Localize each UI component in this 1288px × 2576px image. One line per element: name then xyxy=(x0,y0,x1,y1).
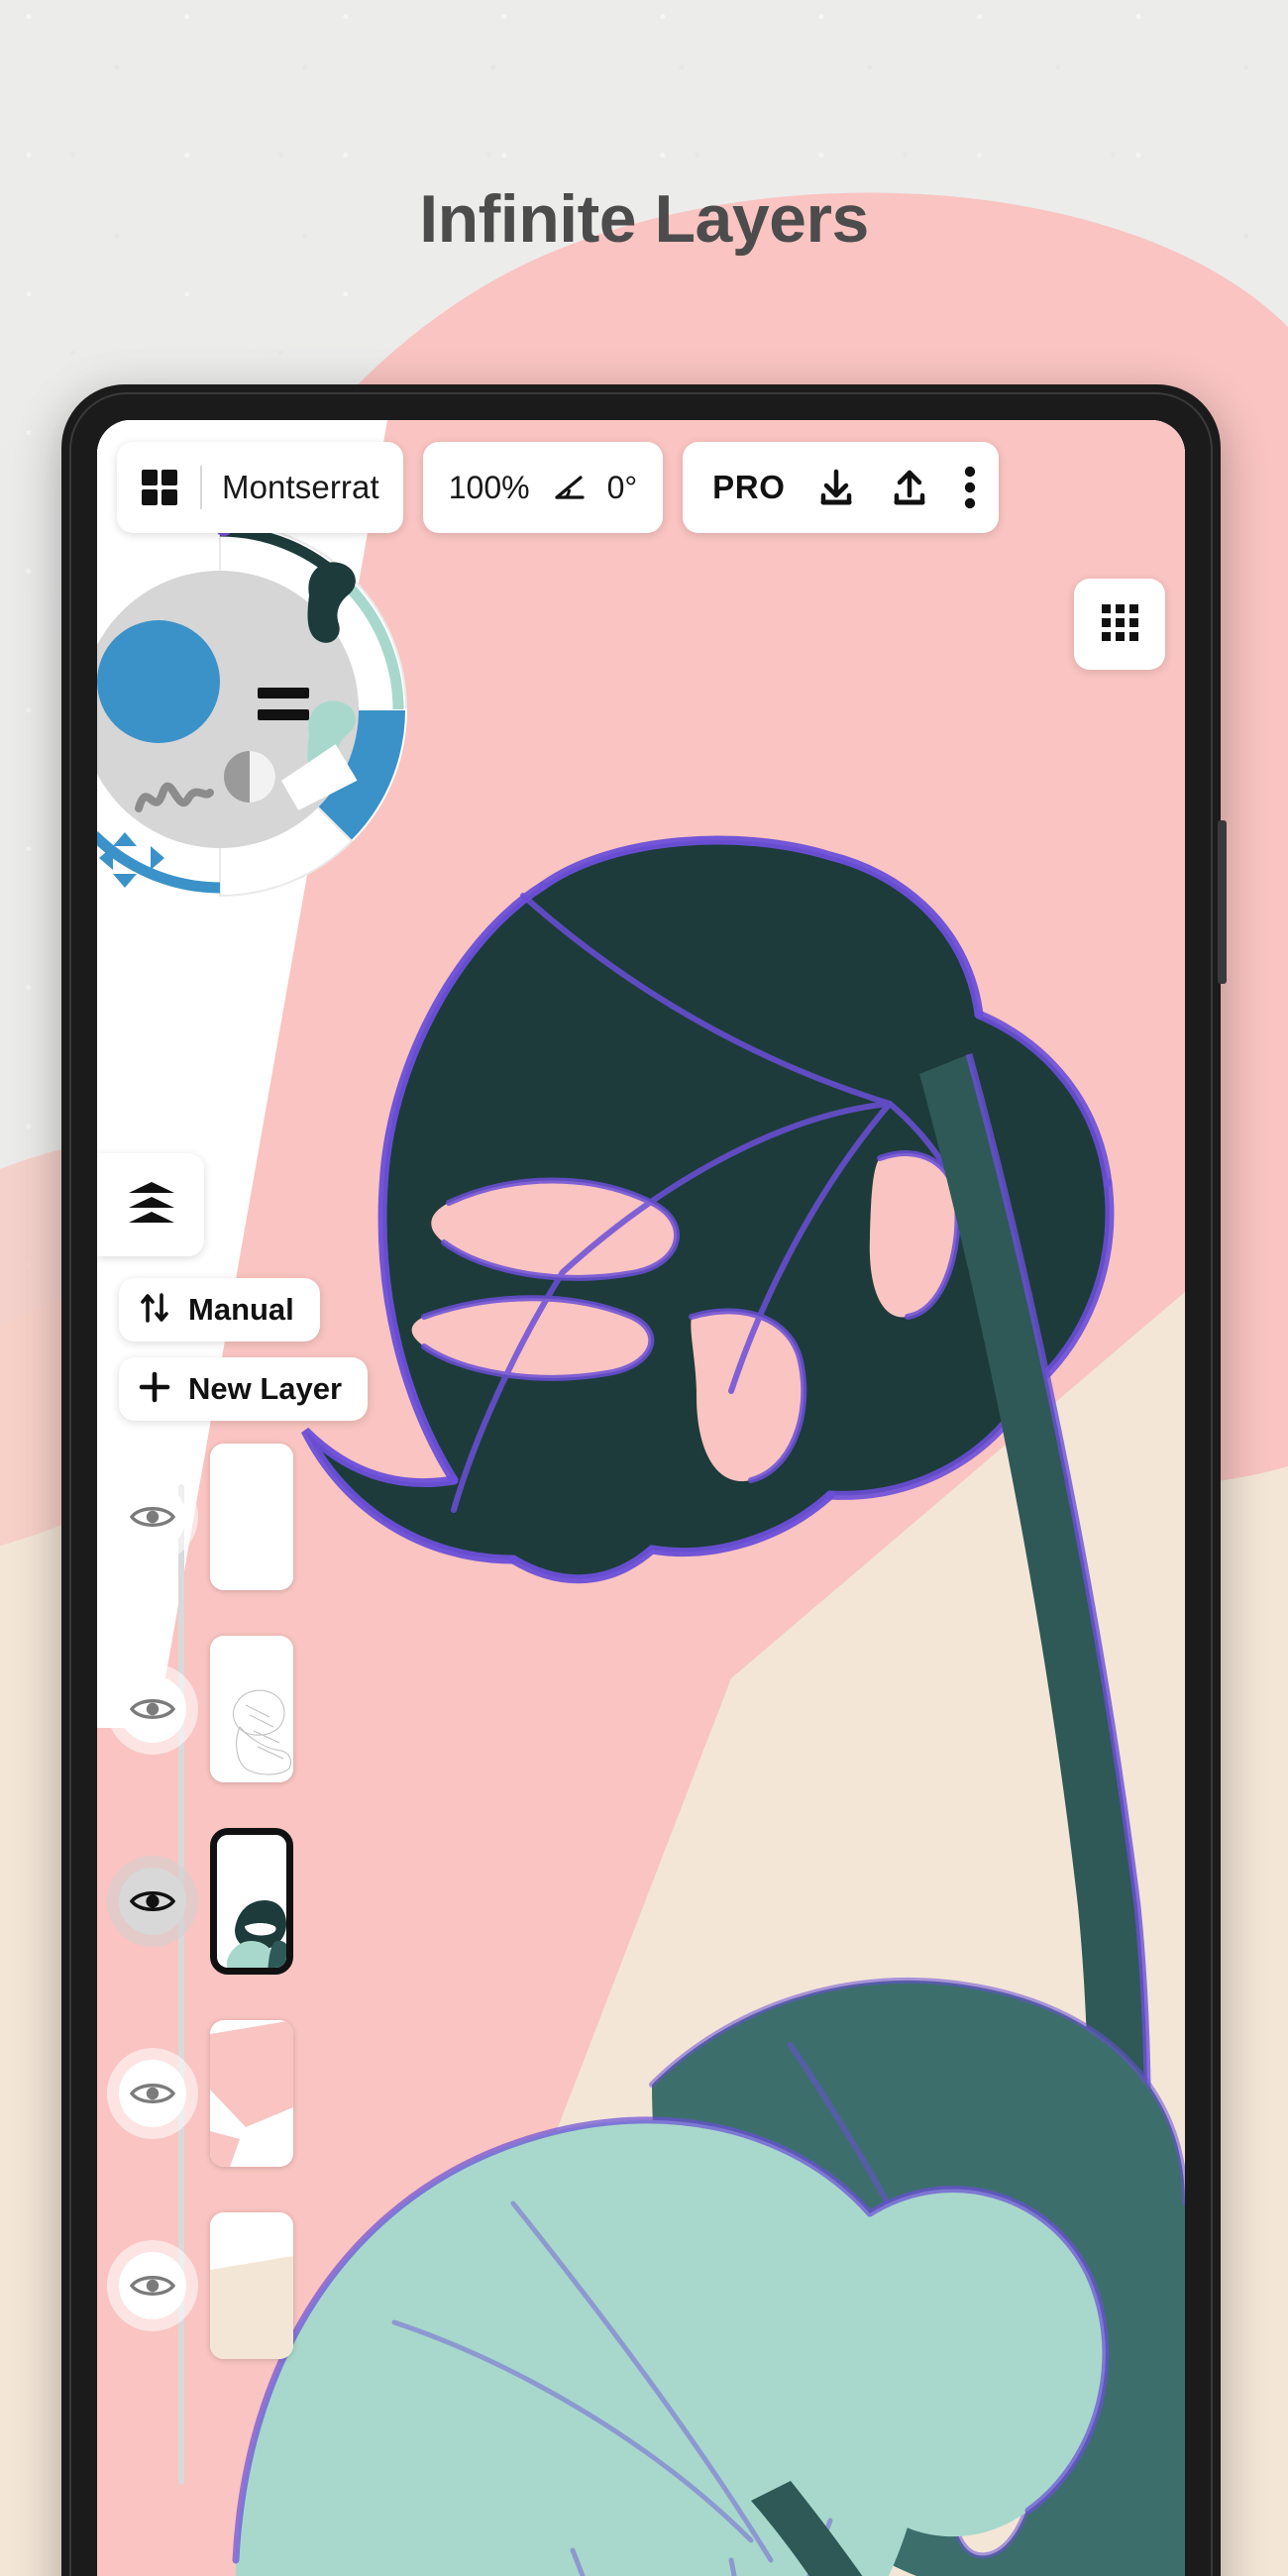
brush-color-swatch xyxy=(97,620,220,743)
layers-stack-icon xyxy=(125,1180,178,1231)
layer-sort-button[interactable]: Manual xyxy=(119,1278,320,1342)
layer-visibility-toggle[interactable] xyxy=(119,1868,186,1935)
upload-icon[interactable] xyxy=(888,466,931,509)
zoom-rotate-pill[interactable]: 100% 0° xyxy=(422,442,664,533)
layer-thumbnail[interactable] xyxy=(210,1636,293,1782)
layer-row[interactable] xyxy=(119,1613,293,1805)
layer-visibility-toggle[interactable] xyxy=(119,2252,186,2319)
grid-4-icon[interactable] xyxy=(139,467,180,508)
layer-sort-label: Manual xyxy=(188,1292,294,1327)
layer-row[interactable] xyxy=(119,2190,293,2382)
layer-visibility-toggle[interactable] xyxy=(119,2060,186,2127)
layer-thumbnail[interactable] xyxy=(210,1828,293,1975)
sort-arrows-icon xyxy=(139,1291,170,1330)
document-pill[interactable]: Montserrat xyxy=(117,442,403,533)
pro-badge[interactable]: PRO xyxy=(712,469,785,506)
new-layer-label: New Layer xyxy=(188,1371,343,1406)
more-vertical-icon[interactable] xyxy=(961,465,979,510)
dot-grid-icon xyxy=(1097,599,1142,650)
download-icon[interactable] xyxy=(814,466,858,509)
dot-grid-button[interactable] xyxy=(1074,579,1165,670)
layers-panel-toggle[interactable] xyxy=(97,1153,204,1256)
layer-panel-controls: Manual New Layer xyxy=(119,1278,369,1437)
phone-side-button[interactable] xyxy=(1218,820,1227,984)
new-layer-button[interactable]: New Layer xyxy=(119,1357,369,1421)
zoom-level: 100% xyxy=(448,469,530,505)
phone-screen: 78.8 Montserrat 100% 0° PRO Manual New L… xyxy=(97,420,1185,2576)
layer-visibility-toggle[interactable] xyxy=(119,1675,186,1743)
layer-thumbnail[interactable] xyxy=(210,1444,293,1590)
phone-mockup: 78.8 Montserrat 100% 0° PRO Manual New L… xyxy=(61,384,1227,2576)
document-name: Montserrat xyxy=(222,469,379,505)
divider xyxy=(200,466,202,509)
layer-row[interactable] xyxy=(119,1997,293,2190)
plus-icon xyxy=(139,1371,170,1408)
angle-icon xyxy=(552,471,586,504)
layer-row[interactable] xyxy=(119,1805,293,1997)
half-circle-icon xyxy=(224,751,275,803)
layer-thumbnail[interactable] xyxy=(210,2212,293,2359)
layer-row[interactable] xyxy=(119,1421,293,1613)
page-title: Infinite Layers xyxy=(419,181,869,257)
brush-radial-menu[interactable]: 78.8 xyxy=(97,501,428,917)
top-toolbar: Montserrat 100% 0° PRO xyxy=(117,442,1165,533)
layer-list xyxy=(119,1421,293,2485)
layer-visibility-toggle[interactable] xyxy=(119,1483,186,1551)
actions-pill: PRO xyxy=(683,442,1000,533)
rotation-value: 0° xyxy=(606,469,638,505)
layer-thumbnail[interactable] xyxy=(210,2020,293,2167)
